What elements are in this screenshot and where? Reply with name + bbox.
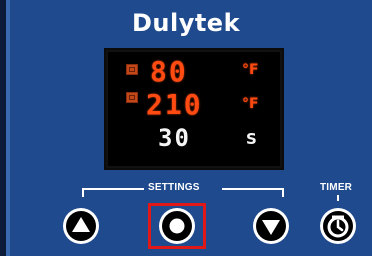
up-button[interactable] bbox=[63, 208, 99, 244]
timer-button[interactable] bbox=[320, 208, 356, 244]
time-value: 30 bbox=[158, 124, 191, 152]
temperature-top-icon bbox=[126, 64, 138, 75]
selection-highlight bbox=[148, 203, 206, 249]
brand-logo: Dulytek bbox=[131, 9, 241, 37]
settings-bracket-left bbox=[82, 188, 144, 190]
timer-label: TIMER bbox=[320, 182, 353, 193]
down-button[interactable] bbox=[253, 208, 289, 244]
control-panel: Dulytek 80 °F 210 °F 30 S SETTINGS TIMER bbox=[0, 0, 372, 256]
triangle-up-icon bbox=[66, 211, 96, 241]
bottom-temperature-unit: °F bbox=[242, 96, 259, 112]
timer-icon bbox=[323, 211, 353, 241]
temperature-bottom-icon bbox=[126, 92, 138, 103]
left-edge-highlight bbox=[6, 0, 10, 256]
timer-tick bbox=[337, 195, 339, 201]
time-unit: S bbox=[246, 130, 257, 148]
settings-bracket-left-tick bbox=[82, 188, 84, 197]
top-temperature-value: 80 bbox=[150, 55, 188, 88]
triangle-down-icon bbox=[256, 211, 286, 241]
settings-bracket-right bbox=[222, 188, 284, 190]
settings-label: SETTINGS bbox=[148, 182, 200, 193]
bottom-temperature-value: 210 bbox=[146, 88, 203, 121]
settings-bracket-right-tick bbox=[282, 188, 284, 197]
top-temperature-unit: °F bbox=[242, 62, 259, 78]
led-display: 80 °F 210 °F 30 S bbox=[104, 48, 284, 170]
